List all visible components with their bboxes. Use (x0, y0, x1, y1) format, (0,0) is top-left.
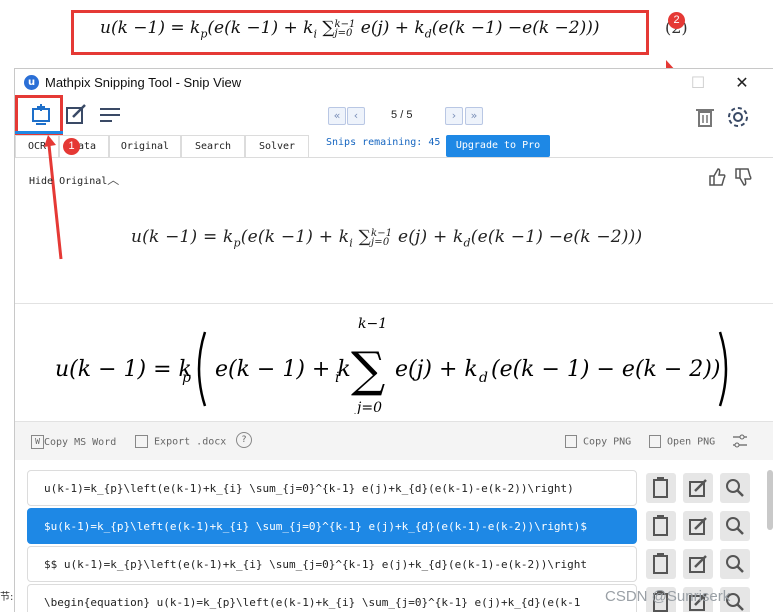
watermark: CSDN @Sunriserk (605, 588, 731, 605)
copy-icon (565, 435, 577, 448)
mathpix-logo-icon: u (24, 75, 39, 90)
new-snip-icon[interactable] (28, 102, 54, 128)
prev-page-button[interactable]: ‹ (347, 107, 365, 125)
edit-icon[interactable] (63, 102, 89, 128)
tab-original[interactable]: Original (109, 135, 181, 157)
menu-icon[interactable] (97, 102, 123, 128)
maximize-icon[interactable]: ☐ (683, 72, 713, 94)
svg-text:i: i (335, 370, 339, 386)
next-page-button[interactable]: › (445, 107, 463, 125)
export-docx-button[interactable]: Export .docx (135, 435, 226, 448)
search-icon (726, 555, 744, 573)
upgrade-button[interactable]: Upgrade to Pro (446, 135, 550, 157)
snips-remaining: Snips remaining: 45 (326, 137, 441, 148)
svg-text:e(j) + k: e(j) + k (395, 357, 478, 382)
edit-icon (689, 517, 707, 535)
edit-button[interactable] (683, 473, 713, 503)
chevron-up-icon: ︿ (107, 173, 120, 187)
background-text-fragment: 节: (0, 592, 14, 603)
copy-button[interactable] (646, 549, 676, 579)
last-page-button[interactable]: » (465, 107, 483, 125)
result-row-inline-math[interactable]: $u(k-1)=k_{p}\left(e(k-1)+k_{i} \sum_{j=… (27, 508, 637, 544)
window-title: Mathpix Snipping Tool - Snip View (45, 75, 242, 90)
clipboard-icon (653, 515, 668, 536)
thumbs-down-icon[interactable] (733, 167, 753, 187)
sliders-icon[interactable] (732, 434, 748, 448)
svg-text:u(k − 1) = k: u(k − 1) = k (55, 357, 192, 382)
action-bar: W Copy MS Word Export .docx ? Copy PNG Op… (15, 422, 773, 460)
original-snip-image: u(k −1) = kp(e(k −1) + ki ∑k−1 j=0 e(j) +… (131, 227, 643, 250)
search-button[interactable] (720, 511, 750, 541)
tabs-divider (15, 157, 773, 158)
open-external-icon (649, 435, 661, 448)
settings-gear-icon[interactable] (725, 104, 751, 130)
document-equation: u(k −1) = kp(e(k −1) + ki ∑k−1 j=0 e(j) +… (100, 18, 600, 41)
edit-button[interactable] (683, 511, 713, 541)
word-icon: W (31, 435, 44, 449)
svg-text:e(k − 1) + k: e(k − 1) + k (215, 357, 351, 382)
clipboard-icon (653, 477, 668, 498)
svg-text:p: p (182, 370, 191, 386)
tab-solver[interactable]: Solver (245, 135, 309, 157)
first-page-button[interactable]: « (328, 107, 346, 125)
copy-ms-word-button[interactable]: W Copy MS Word (31, 435, 116, 449)
search-icon (726, 517, 744, 535)
search-button[interactable] (720, 549, 750, 579)
help-icon[interactable]: ? (236, 432, 252, 448)
scrollbar[interactable] (767, 470, 773, 530)
svg-text:d: d (479, 370, 488, 386)
tab-search[interactable]: Search (181, 135, 245, 157)
svg-text:∑: ∑ (351, 342, 385, 398)
copy-png-button[interactable]: Copy PNG (565, 435, 631, 448)
search-button[interactable] (720, 473, 750, 503)
copy-button[interactable] (646, 473, 676, 503)
edit-button[interactable] (683, 549, 713, 579)
edit-icon (689, 555, 707, 573)
divider (15, 303, 773, 304)
result-row-display-math[interactable]: $$ u(k-1)=k_{p}\left(e(k-1)+k_{i} \sum_{… (27, 546, 637, 582)
hide-original-label: Hide Original (29, 176, 108, 187)
edit-icon (689, 479, 707, 497)
hide-original-toggle[interactable]: Hide Original︿ (29, 171, 119, 188)
annotation-badge-2: 2 (668, 12, 685, 29)
open-png-button[interactable]: Open PNG (649, 435, 715, 448)
annotation-arrow-1 (44, 135, 63, 260)
thumbs-up-icon[interactable] (707, 167, 727, 187)
page-indicator: 5 / 5 (391, 109, 413, 121)
svg-text:j=0: j=0 (354, 400, 382, 414)
clipboard-icon (653, 553, 668, 574)
copy-button[interactable] (646, 511, 676, 541)
svg-text:k−1: k−1 (358, 316, 387, 332)
trash-icon[interactable] (692, 104, 718, 130)
result-row-equation-env[interactable]: \begin{equation} u(k-1)=k_{p}\left(e(k-1… (27, 584, 637, 612)
export-icon (135, 435, 148, 448)
svg-text:(e(k − 1) − e(k − 2)): (e(k − 1) − e(k − 2)) (491, 357, 720, 382)
snip-view-window: u Mathpix Snipping Tool - Snip View ☐ ✕ … (14, 68, 773, 612)
title-bar: u Mathpix Snipping Tool - Snip View ☐ ✕ (15, 69, 773, 97)
result-row-latex[interactable]: u(k-1)=k_{p}\left(e(k-1)+k_{i} \sum_{j=0… (27, 470, 637, 506)
rendered-equation: u(k − 1) = k p e(k − 1) + k i k−1 ∑ j=0 … (55, 316, 728, 414)
close-icon[interactable]: ✕ (727, 72, 757, 94)
search-icon (726, 479, 744, 497)
